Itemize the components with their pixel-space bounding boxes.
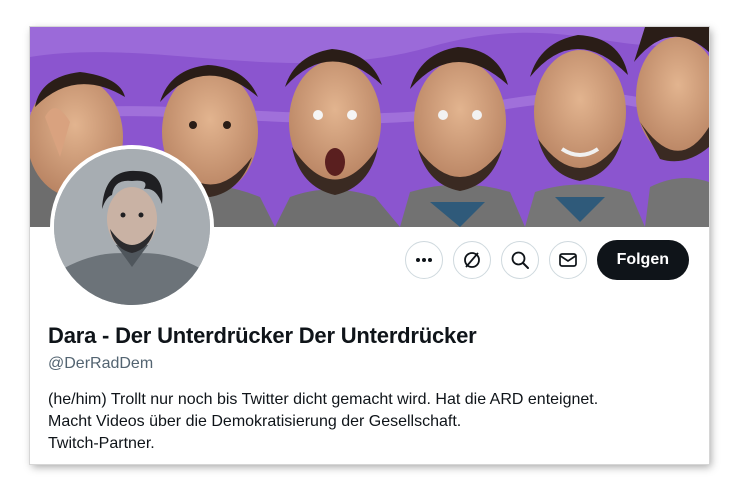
search-icon	[511, 251, 529, 269]
profile-display-name: Dara - Der Unterdrücker Der Unterdrücker	[48, 323, 477, 348]
profile-card: Folgen Dara - Der Unterdrücker Der Unter…	[30, 27, 709, 464]
mail-icon	[558, 253, 577, 267]
more-button[interactable]	[404, 241, 443, 279]
bio-line: (he/him) Trollt nur noch bis Twitter dic…	[48, 391, 599, 408]
subscribe-button[interactable]	[452, 241, 491, 279]
profile-actions: Folgen	[404, 240, 689, 280]
search-button[interactable]	[500, 241, 539, 279]
follow-button[interactable]: Folgen	[596, 240, 689, 280]
bio-line: Twitch-Partner.	[48, 435, 155, 452]
profile-bio: (he/him) Trollt nur noch bis Twitter dic…	[48, 389, 688, 455]
avatar-image	[54, 149, 210, 305]
profile-avatar[interactable]	[50, 145, 214, 309]
profile-handle: @DerRadDem	[48, 355, 154, 372]
more-horizontal-icon	[415, 258, 432, 262]
bio-line: Macht Videos über die Demokratisierung d…	[48, 413, 462, 430]
message-button[interactable]	[548, 241, 587, 279]
subscribe-icon	[463, 252, 480, 268]
